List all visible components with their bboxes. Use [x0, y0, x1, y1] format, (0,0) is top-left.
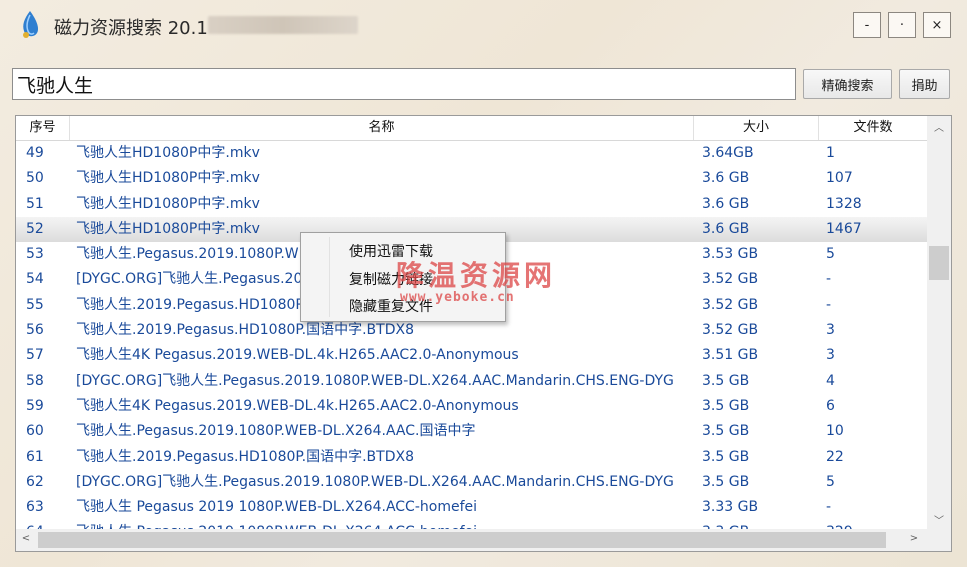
column-header-file-count[interactable]: 文件数: [819, 116, 927, 140]
row-name: 飞驰人生HD1080P中字.mkv: [76, 195, 260, 212]
row-file-count: 5: [826, 246, 835, 263]
row-name: 飞驰人生.Pegasus.2019.1080P.WEB-DL.X264.AAC.…: [76, 423, 476, 440]
horizontal-scroll-thumb[interactable]: [38, 532, 886, 548]
row-size: 3.52 GB: [702, 271, 759, 288]
table-row[interactable]: 51 飞驰人生HD1080P中字.mkv 3.6 GB 1328: [16, 192, 927, 217]
row-name: [DYGC.ORG]飞驰人生.Pegasus.2019.1080P.WEB-DL…: [76, 372, 674, 389]
row-name: 飞驰人生HD1080P中字.mkv: [76, 170, 260, 187]
row-file-count: 1467: [826, 220, 862, 237]
watermark-text: 降温资源网: [396, 259, 557, 292]
row-size: 3.5 GB: [702, 423, 750, 440]
row-file-count: -: [826, 296, 832, 313]
blurred-region: [208, 16, 358, 34]
row-size: 3.51 GB: [702, 347, 759, 364]
row-file-count: 5: [826, 473, 835, 490]
scroll-right-icon[interactable]: >: [902, 533, 926, 544]
search-input[interactable]: [12, 68, 796, 100]
row-size: 3.64GB: [702, 145, 754, 161]
exact-search-button[interactable]: 精确搜索: [803, 69, 892, 99]
row-size: 3.5 GB: [702, 372, 750, 389]
scroll-up-icon[interactable]: ︿: [927, 119, 951, 134]
row-file-count: 107: [826, 170, 853, 187]
row-index: 62: [26, 473, 44, 490]
row-file-count: 4: [826, 372, 835, 389]
scroll-down-icon[interactable]: ﹀: [927, 512, 951, 527]
table-row[interactable]: 61 飞驰人生.2019.Pegasus.HD1080P.国语中字.BTDX8 3.…: [16, 445, 927, 470]
row-file-count: 1: [826, 145, 835, 161]
scrollbar-corner: [927, 529, 951, 551]
table-row[interactable]: 57 飞驰人生4K Pegasus.2019.WEB-DL.4k.H265.AAC…: [16, 343, 927, 368]
row-file-count: 22: [826, 448, 844, 465]
table-row[interactable]: 63 飞驰人生 Pegasus 2019 1080P.WEB-DL.X264.AC…: [16, 495, 927, 520]
donate-button[interactable]: 捐助: [899, 69, 950, 99]
row-name: 飞驰人生.2019.Pegasus.HD1080P.国语中字.BTDX8: [76, 448, 414, 465]
row-index: 60: [26, 423, 44, 440]
row-size: 3.5 GB: [702, 397, 750, 414]
table-header: 序号 名称 大小 文件数: [16, 116, 927, 141]
results-table: 序号 名称 大小 文件数 49 飞驰人生HD1080P中字.mkv 3.64GB 1 5…: [15, 115, 952, 552]
row-index: 57: [26, 347, 44, 364]
table-row[interactable]: 62 [DYGC.ORG]飞驰人生.Pegasus.2019.1080P.WEB-…: [16, 470, 927, 495]
row-size: 3.6 GB: [702, 170, 750, 187]
close-button[interactable]: ×: [923, 12, 951, 38]
table-row[interactable]: 59 飞驰人生4K Pegasus.2019.WEB-DL.4k.H265.AAC…: [16, 394, 927, 419]
table-row[interactable]: 58 [DYGC.ORG]飞驰人生.Pegasus.2019.1080P.WEB-…: [16, 369, 927, 394]
column-header-name[interactable]: 名称: [70, 116, 694, 140]
row-size: 3.33 GB: [702, 499, 759, 516]
row-index: 54: [26, 271, 44, 288]
table-row[interactable]: 49 飞驰人生HD1080P中字.mkv 3.64GB 1: [16, 141, 927, 166]
table-body: 49 飞驰人生HD1080P中字.mkv 3.64GB 1 50 飞驰人生HD1080P中…: [16, 141, 927, 531]
app-logo-icon: [23, 11, 39, 38]
row-file-count: -: [826, 271, 832, 288]
row-file-count: 10: [826, 423, 844, 440]
row-file-count: 1328: [826, 195, 862, 212]
row-size: 3.5 GB: [702, 473, 750, 490]
context-menu-gutter: [329, 237, 330, 317]
table-row[interactable]: 60 飞驰人生.Pegasus.2019.1080P.WEB-DL.X264.AA…: [16, 419, 927, 444]
row-file-count: -: [826, 499, 832, 516]
row-index: 56: [26, 322, 44, 339]
vertical-scrollbar[interactable]: ︿ ﹀: [927, 116, 951, 529]
maximize-button[interactable]: ·: [888, 12, 916, 38]
window-title: 磁力资源搜索 20.1: [54, 18, 208, 39]
row-index: 49: [26, 145, 44, 161]
watermark: 降温资源网 www.yeboke.cn: [396, 254, 556, 305]
minimize-button[interactable]: -: [853, 12, 881, 38]
column-header-index[interactable]: 序号: [16, 116, 70, 140]
row-index: 58: [26, 372, 44, 389]
row-index: 59: [26, 397, 44, 414]
row-size: 3.52 GB: [702, 296, 759, 313]
row-index: 51: [26, 195, 44, 212]
row-name: 飞驰人生4K Pegasus.2019.WEB-DL.4k.H265.AAC2.…: [76, 397, 519, 414]
row-file-count: 3: [826, 347, 835, 364]
vertical-scroll-thumb[interactable]: [929, 246, 949, 280]
row-size: 3.6 GB: [702, 220, 750, 237]
row-size: 3.5 GB: [702, 448, 750, 465]
scroll-left-icon[interactable]: <: [16, 533, 36, 544]
row-index: 63: [26, 499, 44, 516]
table-row[interactable]: 50 飞驰人生HD1080P中字.mkv 3.6 GB 107: [16, 166, 927, 191]
row-size: 3.6 GB: [702, 195, 750, 212]
row-index: 53: [26, 246, 44, 263]
row-index: 61: [26, 448, 44, 465]
row-name: 飞驰人生 Pegasus 2019 1080P.WEB-DL.X264.ACC-…: [76, 499, 477, 516]
row-size: 3.52 GB: [702, 322, 759, 339]
horizontal-scrollbar[interactable]: < >: [16, 529, 927, 551]
row-file-count: 3: [826, 322, 835, 339]
row-name: 飞驰人生HD1080P中字.mkv: [76, 145, 260, 161]
row-index: 50: [26, 170, 44, 187]
row-index: 52: [26, 220, 44, 237]
row-file-count: 6: [826, 397, 835, 414]
column-header-size[interactable]: 大小: [694, 116, 819, 140]
row-size: 3.53 GB: [702, 246, 759, 263]
row-index: 55: [26, 296, 44, 313]
row-name: [DYGC.ORG]飞驰人生.Pegasus.2019.1080P.WEB-DL…: [76, 473, 674, 490]
row-name: 飞驰人生4K Pegasus.2019.WEB-DL.4k.H265.AAC2.…: [76, 347, 519, 364]
title-bar: 磁力资源搜索 20.1 - · ×: [0, 0, 967, 52]
